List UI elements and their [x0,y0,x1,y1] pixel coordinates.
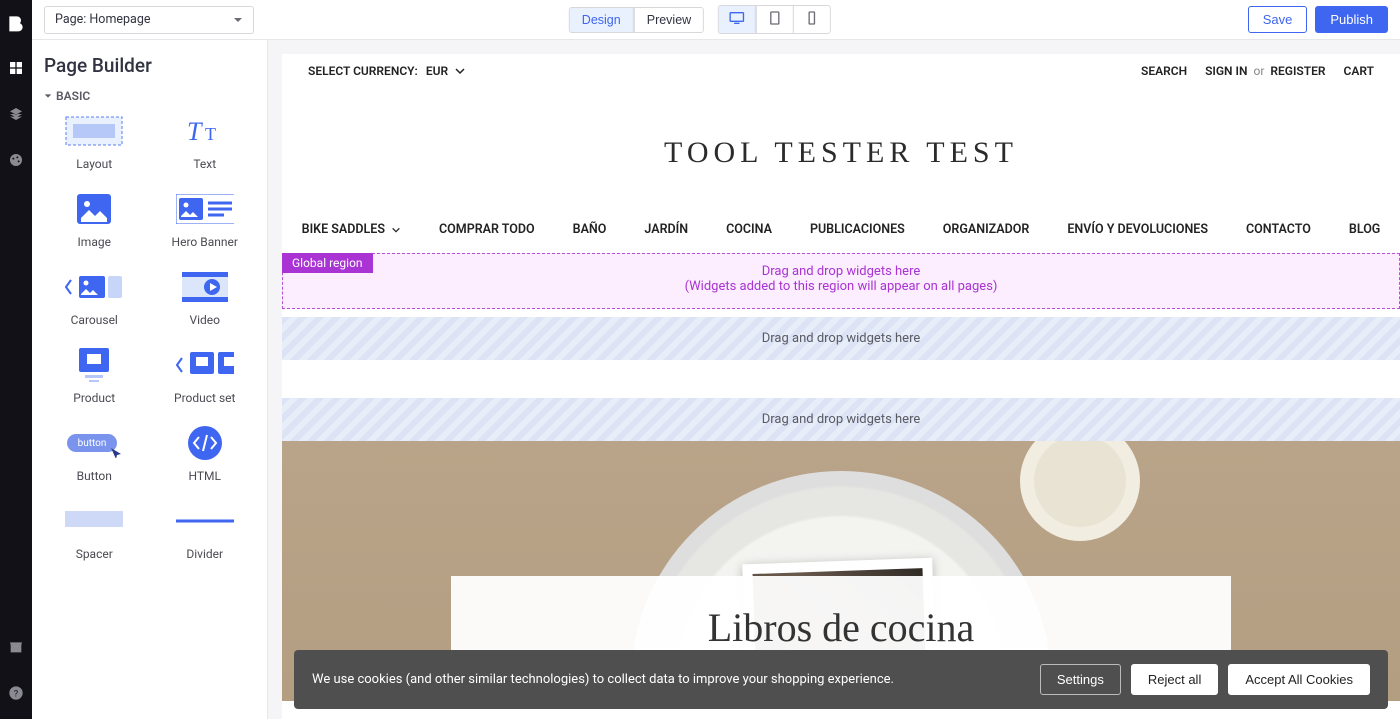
productset-icon [176,350,234,380]
dropzone[interactable]: Drag and drop widgets here [282,317,1400,360]
group-basic[interactable]: BASIC [44,89,255,103]
widget-html[interactable]: HTML [155,425,256,483]
site-title: TOOL TESTER TEST [282,88,1400,208]
nav-item[interactable]: BIKE SADDLES [302,222,401,237]
link-cart[interactable]: CART [1344,64,1374,78]
rail-theme-icon[interactable] [0,144,32,176]
left-rail: ? [0,0,32,719]
triangle-down-icon [44,92,52,100]
widget-hero-banner[interactable]: Hero Banner [155,191,256,249]
widget-product[interactable]: Product [44,347,145,405]
svg-text:T: T [205,124,216,144]
link-register[interactable]: REGISTER [1270,64,1325,78]
cookie-settings-button[interactable]: Settings [1040,664,1121,695]
svg-text:T: T [187,117,203,146]
video-icon [180,272,230,302]
layout-icon [65,116,123,146]
widget-spacer[interactable]: Spacer [44,503,145,561]
global-region-tag: Global region [282,253,373,273]
cookie-reject-button[interactable]: Reject all [1131,664,1218,695]
design-tab[interactable]: Design [570,8,634,32]
widget-image[interactable]: Image [44,191,145,249]
page-selector[interactable]: Page: Homepage [44,6,254,34]
divider-icon [176,511,234,531]
widget-divider[interactable]: Divider [155,503,256,561]
mobile-icon [804,11,820,25]
text-icon: TT [185,116,225,146]
mode-toggle: Design Preview [569,7,704,33]
dropzone[interactable]: Drag and drop widgets here [282,398,1400,441]
nav-item[interactable]: CONTACTO [1246,222,1311,237]
link-search[interactable]: SEARCH [1141,64,1187,78]
device-desktop[interactable] [719,6,756,33]
site-nav: BIKE SADDLES COMPRAR TODO BAÑO JARDÍN CO… [282,208,1400,251]
nav-item[interactable]: PUBLICACIONES [810,222,905,237]
nav-item[interactable]: BLOG [1349,222,1380,237]
currency-selector[interactable]: SELECT CURRENCY: EUR [308,64,466,78]
page-selector-label: Page: Homepage [55,12,151,27]
cookie-accept-button[interactable]: Accept All Cookies [1228,664,1370,695]
button-icon: button [65,428,123,458]
preview-canvas: SELECT CURRENCY: EUR SEARCH SIGN IN or R… [282,54,1400,719]
nav-item[interactable]: COMPRAR TODO [439,222,535,237]
nav-item[interactable]: BAÑO [573,222,607,237]
widget-layout[interactable]: Layout [44,113,145,171]
image-icon [77,194,111,224]
widget-button[interactable]: button Button [44,425,145,483]
preview-tab[interactable]: Preview [634,8,703,32]
save-button[interactable]: Save [1248,6,1308,33]
nav-item[interactable]: ENVÍO Y DEVOLUCIONES [1067,222,1208,237]
nav-item[interactable]: ORGANIZADOR [943,222,1030,237]
html-icon [188,426,222,460]
device-mobile[interactable] [793,6,830,33]
tablet-icon [767,11,783,25]
storefront-topbar: SELECT CURRENCY: EUR SEARCH SIGN IN or R… [282,54,1400,88]
brand-logo-icon [0,8,32,38]
svg-text:?: ? [14,688,19,699]
rail-layers-icon[interactable] [0,98,32,130]
rail-storefront-icon[interactable] [0,631,32,663]
chevron-down-icon [391,225,401,235]
global-region[interactable]: Global region Drag and drop widgets here… [282,253,1400,309]
cookie-message: We use cookies (and other similar techno… [312,672,1030,687]
cookie-banner: We use cookies (and other similar techno… [294,650,1388,709]
product-icon [79,348,109,382]
carousel-icon [65,272,123,302]
widget-carousel[interactable]: Carousel [44,269,145,327]
spacer-icon [65,511,123,531]
publish-button[interactable]: Publish [1315,6,1388,33]
caret-down-icon [233,15,243,25]
svg-text:button: button [78,438,107,449]
widget-product-set[interactable]: Product set [155,347,256,405]
nav-item[interactable]: COCINA [726,222,772,237]
desktop-icon [729,11,745,25]
hero-heading: Libros de cocina [491,604,1191,651]
hero-icon [176,194,234,224]
topbar: Page: Homepage Design Preview Save Publi… [32,0,1400,40]
device-tablet[interactable] [756,6,793,33]
rail-help-icon[interactable]: ? [0,677,32,709]
link-signin[interactable]: SIGN IN [1205,64,1247,78]
chevron-down-icon [454,65,466,77]
widget-sidebar: Page Builder BASIC Layout TT Text [32,40,268,719]
widget-text[interactable]: TT Text [155,113,256,171]
nav-item[interactable]: JARDÍN [644,222,688,237]
rail-builder-icon[interactable] [0,52,32,84]
device-toggle [718,5,831,34]
sidebar-title: Page Builder [44,54,255,77]
widget-video[interactable]: Video [155,269,256,327]
